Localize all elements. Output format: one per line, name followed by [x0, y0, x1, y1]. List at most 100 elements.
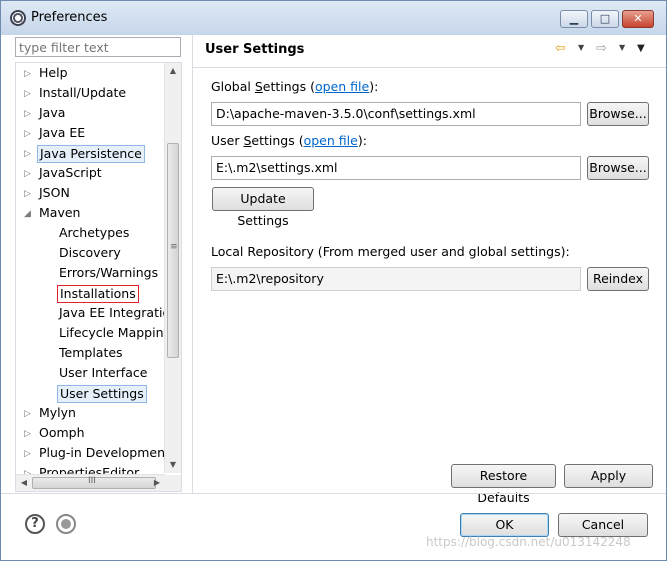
tree-item[interactable]: ▷ JavaScript — [16, 165, 166, 183]
tree-item-label: Install/Update — [39, 85, 127, 100]
title-bar: Preferences ▁ □ ✕ — [1, 1, 666, 35]
tree-item-label: Java EE Integration — [59, 305, 179, 320]
tree-item-label: Plug-in Development — [39, 445, 170, 460]
global-settings-field[interactable]: D:\apache-maven-3.5.0\conf\settings.xml — [211, 102, 581, 126]
tree-item[interactable]: ◢ Maven — [16, 205, 166, 223]
scroll-down-icon[interactable]: ▼ — [165, 457, 181, 473]
tree-item[interactable]: ▷ Java EE — [16, 125, 166, 143]
scroll-left-icon[interactable]: ◀ — [16, 475, 32, 491]
tree-item[interactable]: User Interface — [16, 365, 166, 383]
tree-item-label: Archetypes — [59, 225, 130, 240]
tree-item[interactable]: Errors/Warnings — [16, 265, 166, 283]
tree-item-label: JSON — [39, 185, 70, 200]
grip-icon: III — [88, 476, 96, 486]
close-icon: ✕ — [633, 12, 643, 25]
minimize-button[interactable]: ▁ — [560, 10, 588, 28]
tree-item[interactable]: ▷ Java Persistence — [16, 145, 166, 163]
collapsed-arrow-icon[interactable]: ▷ — [24, 405, 34, 423]
tree-item[interactable]: ▷ Install/Update — [16, 85, 166, 103]
tree-item-label: Oomph — [39, 425, 85, 440]
tree-item-label: Java EE — [39, 125, 86, 140]
update-settings-button[interactable]: Update Settings — [212, 187, 314, 228]
tree-item[interactable]: User Settings — [16, 385, 166, 403]
collapsed-arrow-icon[interactable]: ▷ — [24, 185, 34, 203]
scroll-up-icon[interactable]: ▲ — [165, 63, 181, 79]
restore-defaults-button[interactable]: Restore Defaults — [451, 464, 556, 505]
back-history-dropdown-icon[interactable]: ▼ — [578, 43, 584, 52]
tree-item-label: Installations — [57, 285, 139, 303]
forward-arrow-icon[interactable]: ⇨ — [596, 41, 607, 56]
local-repository-field: E:\.m2\repository — [211, 267, 581, 291]
tree-item-label: User Settings — [57, 385, 147, 403]
tree-item[interactable]: Lifecycle Mapping — [16, 325, 171, 343]
tree-vertical-scrollbar[interactable]: ▲ ≡ ▼ — [164, 63, 181, 473]
global-settings-label: Global Settings (open file): — [211, 79, 379, 94]
collapsed-arrow-icon[interactable]: ▷ — [24, 425, 34, 443]
tree-item-label: JavaScript — [39, 165, 102, 180]
close-button[interactable]: ✕ — [622, 10, 654, 28]
collapsed-arrow-icon[interactable]: ▷ — [24, 145, 34, 163]
navigation-pane: ▷PropertiesEditor▷Plug-in Development▷Oo… — [10, 35, 182, 493]
collapsed-arrow-icon[interactable]: ▷ — [24, 125, 34, 143]
page-title: User Settings — [205, 42, 305, 57]
grip-icon: ≡ — [170, 242, 178, 252]
tree-item-label: Maven — [39, 205, 81, 220]
tree-item[interactable]: ▷ Oomph — [16, 425, 166, 443]
global-browse-button[interactable]: Browse... — [587, 102, 649, 126]
tree-item[interactable]: Templates — [16, 345, 166, 363]
expanded-arrow-icon[interactable]: ◢ — [24, 205, 34, 223]
tree-item-label: Help — [39, 65, 68, 80]
tree-item-label: Discovery — [59, 245, 121, 260]
tree-item[interactable]: ▷ Java — [16, 105, 166, 123]
ok-button[interactable]: OK — [460, 513, 549, 537]
tree-item[interactable]: Archetypes — [16, 225, 166, 243]
apply-button[interactable]: Apply — [564, 464, 653, 488]
tree-item-label: Templates — [59, 345, 123, 360]
vertical-scroll-thumb[interactable]: ≡ — [167, 143, 179, 358]
tree-item[interactable]: ▷ Plug-in Development — [16, 445, 170, 463]
tree-item-label: Mylyn — [39, 405, 76, 420]
tree-item-label: Lifecycle Mapping — [59, 325, 172, 340]
tree-item[interactable]: ▷ JSON — [16, 185, 166, 203]
view-menu-icon[interactable]: ▼ — [637, 43, 645, 54]
preferences-window: Preferences ▁ □ ✕ ▷PropertiesEditor▷Plug… — [0, 0, 667, 561]
collapsed-arrow-icon[interactable]: ▷ — [24, 445, 34, 463]
scroll-corner — [165, 475, 181, 491]
minimize-icon: ▁ — [569, 12, 579, 25]
maximize-icon: □ — [599, 12, 611, 25]
collapsed-arrow-icon[interactable]: ▷ — [24, 65, 34, 83]
filter-input[interactable] — [15, 37, 181, 57]
collapsed-arrow-icon[interactable]: ▷ — [24, 165, 34, 183]
local-repository-label: Local Repository (From merged user and g… — [211, 244, 570, 259]
tree-item[interactable]: Installations — [16, 285, 166, 303]
collapsed-arrow-icon[interactable]: ▷ — [24, 85, 34, 103]
tree-item[interactable]: Java EE Integration — [16, 305, 178, 323]
horizontal-scroll-thumb[interactable]: III — [32, 476, 156, 489]
user-settings-label: User Settings (open file): — [211, 133, 367, 148]
footer-separator — [1, 493, 666, 494]
tree-item[interactable]: ▷ Help — [16, 65, 166, 83]
tree-item-label: User Interface — [59, 365, 148, 380]
tree-horizontal-scrollbar[interactable]: ◀ III ▶ — [16, 474, 165, 491]
maximize-button[interactable]: □ — [591, 10, 619, 28]
record-icon[interactable] — [56, 514, 76, 534]
title-separator — [193, 67, 666, 68]
tree-item-label: Java Persistence — [37, 145, 145, 163]
tree-item[interactable]: Discovery — [16, 245, 166, 263]
help-icon[interactable]: ? — [25, 514, 45, 534]
window-title: Preferences — [31, 10, 108, 25]
back-arrow-icon[interactable]: ⇦ — [555, 41, 566, 56]
watermark: https://blog.csdn.net/u013142248 — [426, 535, 631, 549]
user-open-file-link[interactable]: open file — [304, 133, 358, 148]
scroll-right-icon[interactable]: ▶ — [149, 475, 165, 491]
tree-item-label: Java — [39, 105, 66, 120]
user-settings-field[interactable]: E:\.m2\settings.xml — [211, 156, 581, 180]
preferences-tree: ▷PropertiesEditor▷Plug-in Development▷Oo… — [15, 62, 182, 492]
cancel-button[interactable]: Cancel — [558, 513, 648, 537]
tree-item[interactable]: ▷ Mylyn — [16, 405, 166, 423]
reindex-button[interactable]: Reindex — [587, 267, 649, 291]
collapsed-arrow-icon[interactable]: ▷ — [24, 105, 34, 123]
global-open-file-link[interactable]: open file — [315, 79, 369, 94]
user-browse-button[interactable]: Browse... — [587, 156, 649, 180]
forward-history-dropdown-icon[interactable]: ▼ — [619, 43, 625, 52]
